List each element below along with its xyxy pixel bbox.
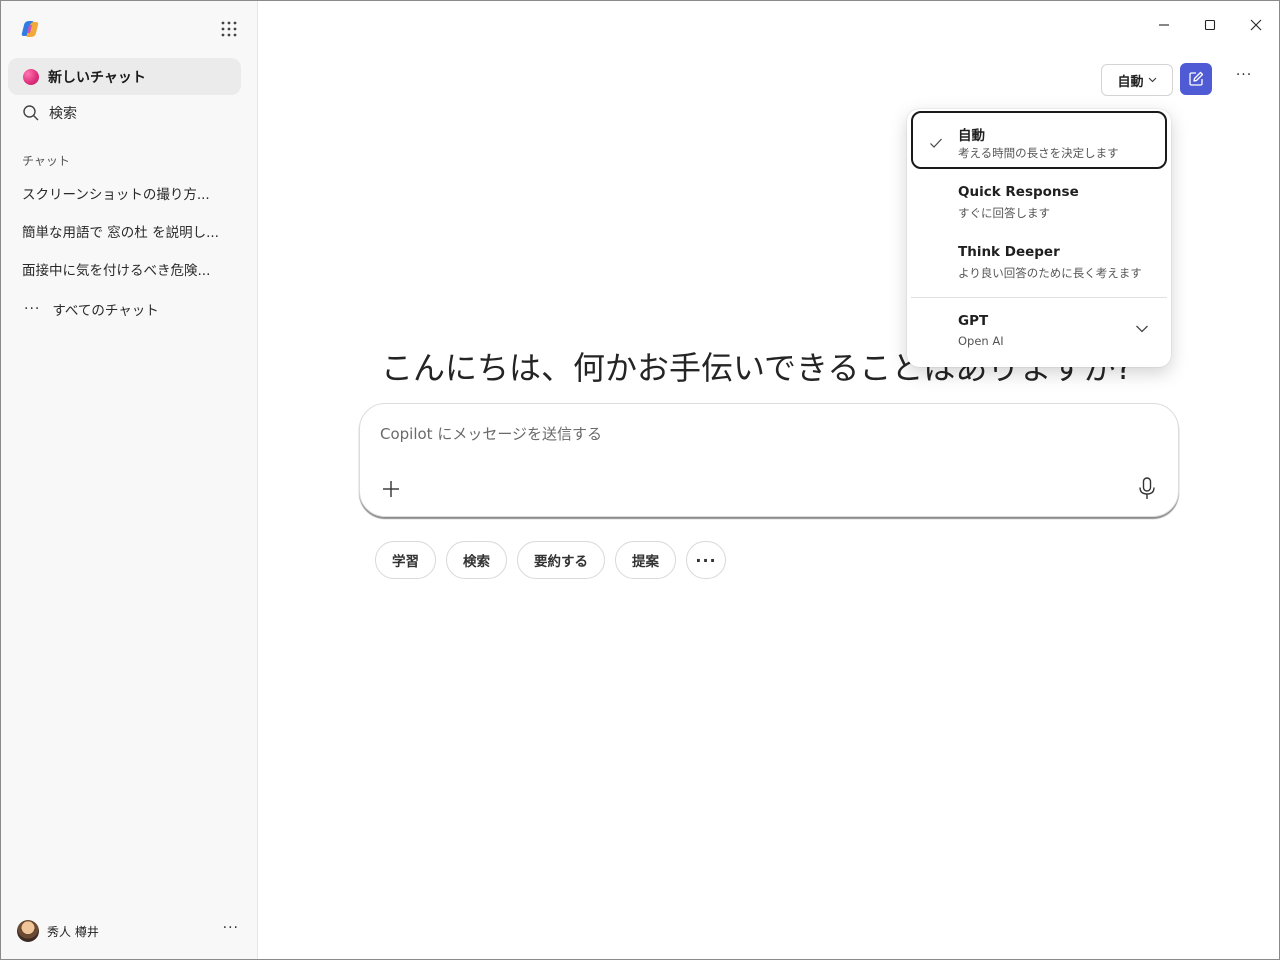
chat-history-item[interactable]: 簡単な用語で 窓の杜 を説明し... (8, 214, 241, 248)
checkmark-icon (930, 138, 942, 148)
app-window: 新しいチャット 検索 チャット スクリーンショットの撮り方... 簡単な用語で … (0, 0, 1280, 960)
maximize-button[interactable] (1196, 11, 1224, 39)
suggestion-chips: 学習 検索 要約する 提案 ··· (375, 541, 726, 579)
mode-option-auto[interactable]: 自動 考える時間の長さを決定します (911, 111, 1167, 169)
plus-icon[interactable] (380, 478, 402, 500)
mode-option-subtitle: より良い回答のために長く考えます (958, 266, 1142, 280)
chat-history-item[interactable]: 面接中に気を付けるべき危険... (8, 252, 241, 286)
mode-option-subtitle: すぐに回答します (958, 206, 1050, 220)
chat-history-label: スクリーンショットの撮り方... (22, 187, 210, 203)
mode-select-button[interactable]: 自動 (1101, 64, 1173, 96)
close-button[interactable] (1242, 11, 1270, 39)
mode-label: 自動 (1117, 74, 1144, 90)
copilot-logo-icon[interactable] (20, 19, 40, 39)
more-options-button[interactable]: ··· (1231, 67, 1257, 91)
microphone-icon[interactable] (1136, 476, 1158, 502)
more-icon: ··· (24, 301, 41, 317)
composer-placeholder: Copilot にメッセージを送信する (380, 425, 603, 443)
all-chats-label: すべてのチャット (52, 303, 159, 319)
close-icon (1250, 19, 1262, 31)
user-profile: 秀人 樽井 ··· (15, 916, 243, 946)
maximize-icon (1204, 19, 1216, 31)
sidebar-search-button[interactable]: 検索 (8, 97, 241, 129)
mode-option-title: Think Deeper (958, 244, 1060, 260)
mode-dropdown-menu: 自動 考える時間の長さを決定します Quick Response すぐに回答しま… (907, 109, 1171, 367)
chip-search[interactable]: 検索 (446, 541, 507, 579)
chat-history-label: 簡単な用語で 窓の杜 を説明し... (22, 225, 219, 241)
chip-summarize[interactable]: 要約する (517, 541, 605, 579)
model-subtitle: Open AI (958, 334, 1004, 348)
avatar[interactable] (17, 920, 39, 942)
chat-history-item[interactable]: スクリーンショットの撮り方... (8, 176, 241, 210)
new-chat-icon (23, 68, 39, 85)
minimize-icon (1159, 24, 1169, 26)
chats-section-label: チャット (22, 154, 70, 168)
mode-option-quick-response[interactable]: Quick Response すぐに回答します (911, 172, 1167, 230)
new-conversation-button[interactable] (1180, 63, 1212, 95)
dropdown-divider (911, 297, 1167, 298)
search-icon (23, 105, 39, 121)
sidebar: 新しいチャット 検索 チャット スクリーンショットの撮り方... 簡単な用語で … (1, 1, 258, 959)
all-chats-button[interactable]: ··· すべてのチャット (8, 293, 241, 325)
compose-icon (1189, 71, 1204, 86)
search-label: 検索 (49, 106, 77, 122)
chip-suggest[interactable]: 提案 (615, 541, 676, 579)
minimize-button[interactable] (1150, 11, 1178, 39)
mode-option-subtitle: 考える時間の長さを決定します (958, 146, 1119, 160)
model-select-gpt[interactable]: GPT Open AI (911, 301, 1167, 359)
mode-option-think-deeper[interactable]: Think Deeper より良い回答のために長く考えます (911, 232, 1167, 290)
user-name: 秀人 樽井 (47, 924, 99, 939)
chat-history-label: 面接中に気を付けるべき危険... (22, 263, 211, 279)
chip-learn[interactable]: 学習 (375, 541, 436, 579)
mode-option-title: Quick Response (958, 184, 1079, 200)
chevron-down-icon (1136, 325, 1148, 333)
chip-more-button[interactable]: ··· (686, 541, 726, 579)
mode-option-title: 自動 (958, 128, 985, 144)
chevron-down-icon (1148, 77, 1156, 83)
apps-grid-icon[interactable] (219, 19, 239, 39)
message-composer[interactable]: Copilot にメッセージを送信する (359, 403, 1179, 517)
model-title: GPT (958, 313, 989, 329)
new-chat-label: 新しいチャット (48, 69, 146, 86)
profile-more-icon[interactable]: ··· (223, 920, 239, 936)
new-chat-button[interactable]: 新しいチャット (8, 58, 241, 95)
